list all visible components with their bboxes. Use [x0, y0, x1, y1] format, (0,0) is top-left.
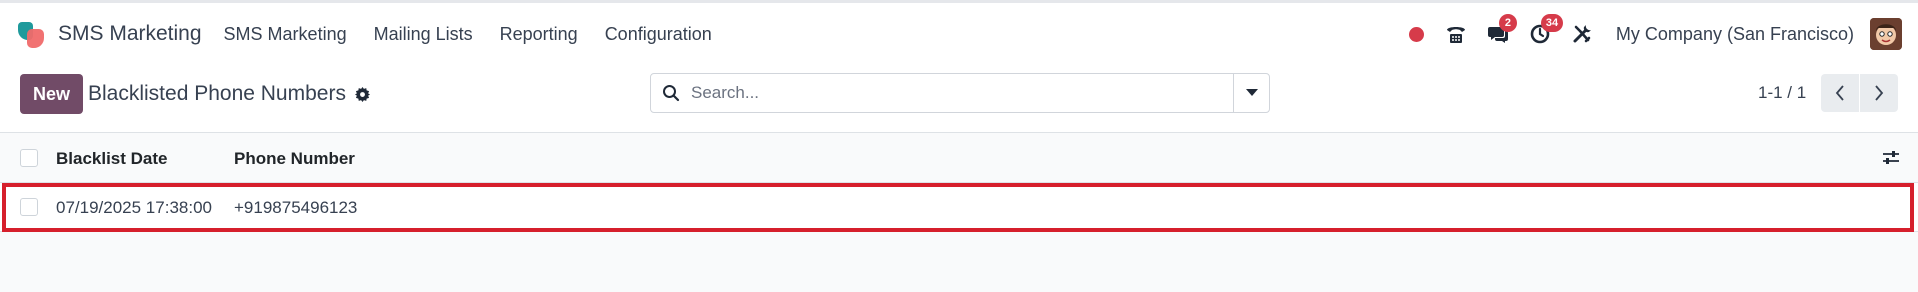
- activities-clock-icon[interactable]: 34: [1528, 14, 1564, 46]
- pager-previous-button[interactable]: [1821, 74, 1859, 112]
- breadcrumb: Blacklisted Phone Numbers: [88, 82, 370, 106]
- search-bar[interactable]: [650, 73, 1270, 113]
- menu-sms-marketing[interactable]: SMS Marketing: [224, 24, 347, 45]
- list-view: Blacklist Date Phone Number 07/19/2025 1…: [0, 133, 1918, 292]
- menu-mailing-lists[interactable]: Mailing Lists: [374, 24, 473, 45]
- control-panel: New Blacklisted Phone Numbers 1-1 / 1: [0, 65, 1918, 132]
- gear-icon[interactable]: [354, 86, 370, 102]
- app-title[interactable]: SMS Marketing: [58, 22, 202, 46]
- search-icon: [651, 84, 691, 102]
- pager-next-button[interactable]: [1860, 74, 1898, 112]
- search-input[interactable]: [691, 83, 1211, 103]
- user-avatar[interactable]: [1870, 18, 1902, 50]
- caret-down-icon: [1245, 89, 1258, 96]
- menu-configuration[interactable]: Configuration: [605, 24, 712, 45]
- optional-columns-icon[interactable]: [1882, 149, 1900, 172]
- systray: 2 34 My Company (San Francisco): [1408, 3, 1918, 65]
- column-phone-number[interactable]: Phone Number: [234, 149, 355, 169]
- sms-marketing-logo-icon: [18, 20, 46, 48]
- table-header: Blacklist Date Phone Number: [0, 133, 1918, 183]
- chevron-right-icon: [1875, 85, 1884, 101]
- search-options-toggle[interactable]: [1233, 74, 1269, 112]
- select-all-checkbox[interactable]: [20, 149, 38, 167]
- main-navbar: SMS Marketing SMS Marketing Mailing List…: [0, 3, 1918, 65]
- main-menu: SMS Marketing Mailing Lists Reporting Co…: [224, 24, 739, 45]
- cell-blacklist-date: 07/19/2025 17:38:00: [56, 198, 212, 217]
- app-brand[interactable]: SMS Marketing: [18, 20, 202, 48]
- activities-badge: 34: [1540, 14, 1564, 32]
- cell-phone-number: +919875496123: [234, 198, 358, 217]
- menu-reporting[interactable]: Reporting: [500, 24, 578, 45]
- page-title: Blacklisted Phone Numbers: [88, 82, 346, 105]
- chevron-left-icon: [1835, 85, 1844, 101]
- messages-badge: 2: [1498, 14, 1517, 32]
- messages-icon[interactable]: 2: [1486, 14, 1517, 46]
- new-button[interactable]: New: [20, 74, 83, 114]
- row-checkbox[interactable]: [20, 198, 38, 216]
- company-switcher[interactable]: My Company (San Francisco): [1616, 24, 1854, 45]
- recording-status-icon[interactable]: [1408, 26, 1424, 42]
- column-blacklist-date[interactable]: Blacklist Date: [56, 149, 168, 169]
- table-row[interactable]: 07/19/2025 17:38:00 +919875496123: [0, 183, 1918, 232]
- pager-value[interactable]: 1-1 / 1: [1758, 83, 1806, 103]
- phone-icon[interactable]: [1444, 22, 1468, 46]
- tools-icon[interactable]: [1570, 22, 1594, 46]
